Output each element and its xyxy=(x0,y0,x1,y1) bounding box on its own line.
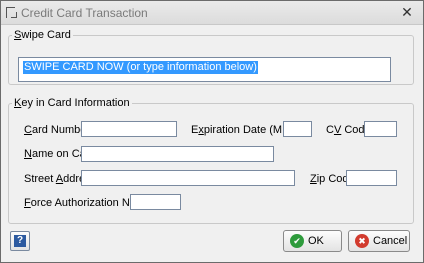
close-button[interactable]: ✕ xyxy=(399,4,415,20)
swipe-card-text: SWIPE CARD NOW (or type information belo… xyxy=(23,61,258,74)
ok-button[interactable]: ✔ OK xyxy=(283,230,342,252)
zip-code-field[interactable] xyxy=(346,170,397,186)
ok-label: OK xyxy=(308,235,324,247)
swipe-card-legend: Swipe Card xyxy=(14,29,71,41)
cancel-label: Cancel xyxy=(373,235,408,247)
checkmark-icon: ✔ xyxy=(290,234,304,248)
window-title: Credit Card Transaction xyxy=(21,6,148,20)
cv-code-field[interactable] xyxy=(364,121,397,137)
name-on-card-field[interactable] xyxy=(81,146,274,162)
app-icon xyxy=(6,7,17,18)
title-bar: Credit Card Transaction ✕ xyxy=(1,1,423,25)
swipe-card-group: Swipe Card SWIPE CARD NOW (or type infor… xyxy=(8,29,414,85)
credit-card-transaction-dialog: Credit Card Transaction ✕ Swipe Card SWI… xyxy=(0,0,424,263)
cancel-button[interactable]: ✖ Cancel xyxy=(348,230,410,252)
help-button[interactable]: ? xyxy=(10,231,30,251)
card-number-field[interactable] xyxy=(81,121,177,137)
key-in-card-legend: Key in Card Information xyxy=(14,97,130,109)
force-authorization-field[interactable] xyxy=(130,194,181,210)
expiration-date-field[interactable] xyxy=(283,121,312,137)
cancel-icon: ✖ xyxy=(355,234,369,248)
help-icon: ? xyxy=(14,235,26,247)
swipe-card-input[interactable]: SWIPE CARD NOW (or type information belo… xyxy=(18,57,391,82)
street-address-field[interactable] xyxy=(81,170,295,186)
